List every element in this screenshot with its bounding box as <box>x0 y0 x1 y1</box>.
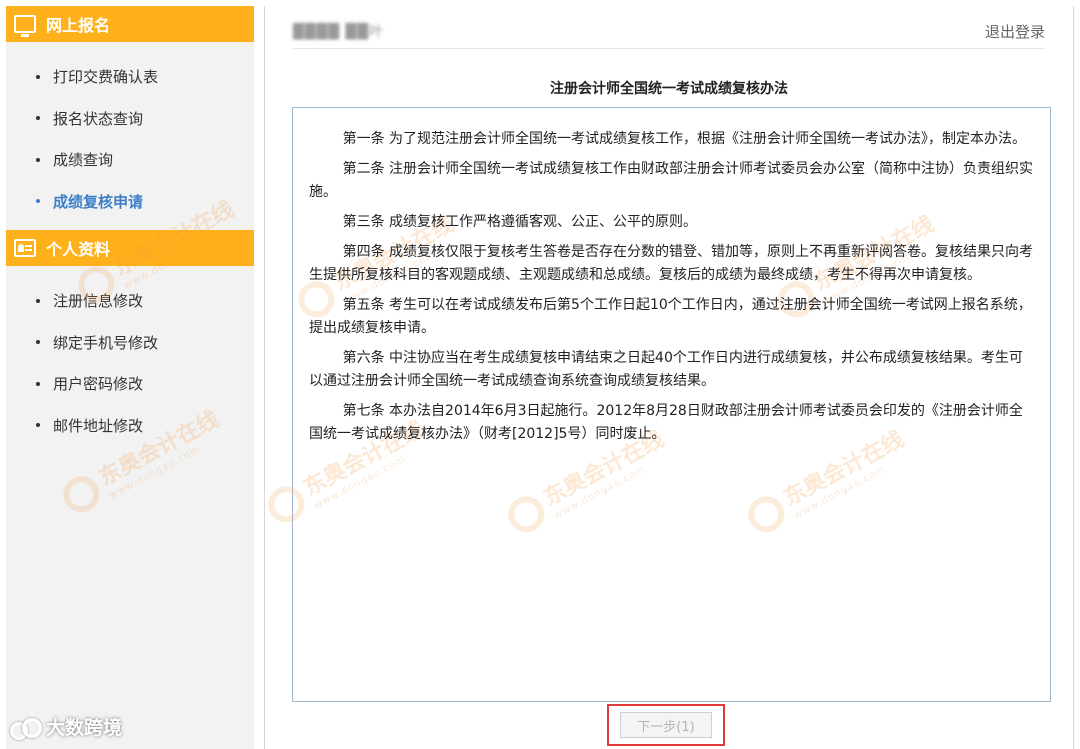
section-title: 网上报名 <box>46 16 111 35</box>
top-bar: ████ ██叶 退出登录 <box>293 18 1045 44</box>
bullet-icon <box>36 74 40 79</box>
article-5: 第五条 考生可以在考试成绩发布后第5个工作日起10个工作日内，通过注册会计师全国… <box>309 297 1032 336</box>
section-header-online-registration: 网上报名 <box>6 6 254 42</box>
sidebar-item-label: 成绩复核申请 <box>53 192 144 211</box>
channel-watermark-text: 大数跨境 <box>46 717 123 739</box>
monitor-icon <box>14 15 36 37</box>
user-name: ████ ██叶 <box>293 24 385 40</box>
sidebar-item-label: 成绩查询 <box>53 151 114 170</box>
channel-logo-icon <box>10 716 42 740</box>
article-1: 第一条 为了规范注册会计师全国统一考试成绩复核工作，根据《注册会计师全国统一考试… <box>342 131 1027 147</box>
sidebar-item-edit-registration-info[interactable]: 注册信息修改 <box>6 280 254 322</box>
sidebar-item-change-email[interactable]: 邮件地址修改 <box>6 405 254 447</box>
sidebar-item-score-review-application[interactable]: 成绩复核申请 <box>6 181 254 223</box>
section-title: 个人资料 <box>46 240 111 259</box>
bullet-icon <box>36 116 40 121</box>
sidebar-item-change-password[interactable]: 用户密码修改 <box>6 363 254 405</box>
menu-personal-info: 注册信息修改 绑定手机号修改 用户密码修改 邮件地址修改 <box>6 266 254 454</box>
sidebar: 网上报名 打印交费确认表 报名状态查询 成绩查询 成绩复核申请 个人资料 注册信… <box>6 6 254 749</box>
document-content[interactable]: 第一条 为了规范注册会计师全国统一考试成绩复核工作，根据《注册会计师全国统一考试… <box>292 107 1051 702</box>
sidebar-item-score-query[interactable]: 成绩查询 <box>6 139 254 181</box>
bullet-icon <box>36 298 40 303</box>
next-step-button[interactable]: 下一步(1) <box>620 712 712 738</box>
bullet-icon <box>36 340 40 345</box>
section-header-personal-info: 个人资料 <box>6 230 254 266</box>
bullet-icon <box>36 157 40 162</box>
bullet-icon <box>36 199 40 204</box>
menu-online-registration: 打印交费确认表 报名状态查询 成绩查询 成绩复核申请 <box>6 42 254 230</box>
sidebar-item-label: 报名状态查询 <box>53 109 144 128</box>
sidebar-item-label: 打印交费确认表 <box>53 68 159 87</box>
sidebar-item-label: 绑定手机号修改 <box>53 333 159 352</box>
logout-link[interactable]: 退出登录 <box>985 21 1045 42</box>
divider <box>293 48 1045 49</box>
article-2: 第二条 注册会计师全国统一考试成绩复核工作由财政部注册会计师考试委员会办公室（简… <box>309 161 1034 200</box>
main-panel: ████ ██叶 退出登录 注册会计师全国统一考试成绩复核办法 第一条 为了规范… <box>264 6 1074 749</box>
id-card-icon <box>14 239 36 257</box>
next-button-highlight: 下一步(1) <box>607 704 725 746</box>
sidebar-item-print-payment-confirmation[interactable]: 打印交费确认表 <box>6 56 254 98</box>
document-title: 注册会计师全国统一考试成绩复核办法 <box>550 81 788 97</box>
sidebar-item-label: 注册信息修改 <box>53 292 144 311</box>
sidebar-item-registration-status[interactable]: 报名状态查询 <box>6 98 254 140</box>
article-6: 第六条 中注协应当在考生成绩复核申请结束之日起40个工作日内进行成绩复核，并公布… <box>309 350 1023 389</box>
sidebar-item-change-phone[interactable]: 绑定手机号修改 <box>6 322 254 364</box>
article-4: 第四条 成绩复核仅限于复核考生答卷是否存在分数的错登、错加等，原则上不再重新评阅… <box>309 244 1034 283</box>
bullet-icon <box>36 381 40 386</box>
article-3: 第三条 成绩复核工作严格遵循客观、公正、公平的原则。 <box>342 214 698 230</box>
channel-watermark: 大数跨境 <box>10 713 122 740</box>
bullet-icon <box>36 423 40 428</box>
sidebar-item-label: 邮件地址修改 <box>53 416 144 435</box>
sidebar-item-label: 用户密码修改 <box>53 375 144 394</box>
article-7: 第七条 本办法自2014年6月3日起施行。2012年8月28日财政部注册会计师考… <box>309 403 1023 442</box>
